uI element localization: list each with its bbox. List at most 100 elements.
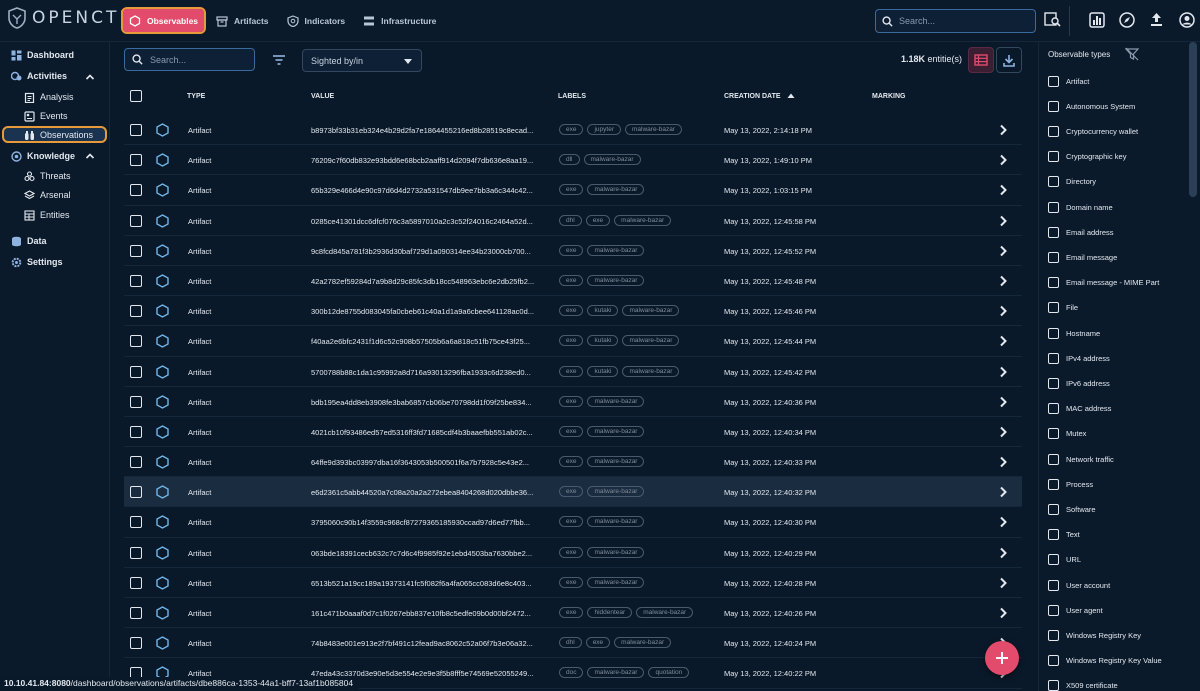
sidebar-item-threats[interactable]: Threats — [24, 167, 71, 185]
row-checkbox[interactable] — [130, 244, 142, 257]
observable-type-option[interactable]: File — [1048, 301, 1078, 315]
observable-type-option[interactable]: MAC address — [1048, 402, 1111, 416]
table-row[interactable]: Artifact 300b12de8755d083045fa0cbeb61c40… — [124, 296, 1022, 327]
table-row[interactable]: Artifact f40aa2e6bfc2431f1d6c52c908b5750… — [124, 326, 1022, 357]
table-row[interactable]: Artifact 74b8483e001e913e2f7bf491c12fead… — [124, 628, 1022, 659]
type-checkbox[interactable] — [1048, 277, 1059, 289]
chevron-up-icon[interactable] — [85, 72, 95, 82]
type-checkbox[interactable] — [1048, 151, 1059, 163]
chevron-right-icon[interactable] — [998, 215, 1008, 227]
column-value[interactable]: VALUE — [311, 93, 334, 100]
observable-type-option[interactable]: IPv4 address — [1048, 351, 1110, 365]
observable-type-option[interactable]: Text — [1048, 528, 1080, 542]
table-row[interactable]: Artifact 0285ce41301dcc6dfcf076c3a589701… — [124, 206, 1022, 236]
type-checkbox[interactable] — [1048, 201, 1059, 213]
table-row[interactable]: Artifact 76209c7f60db832e93bdd6e68bcb2aa… — [124, 145, 1022, 176]
row-checkbox[interactable] — [130, 124, 142, 136]
row-checkbox[interactable] — [130, 576, 142, 589]
sort-ascending-icon[interactable] — [787, 92, 795, 100]
table-row[interactable]: Artifact 64ffe9d393bc03997dba16f3643053b… — [124, 447, 1022, 478]
row-checkbox[interactable] — [130, 335, 142, 348]
sidebar-item-events[interactable]: Events — [24, 107, 68, 125]
type-checkbox[interactable] — [1048, 403, 1059, 415]
filter-select[interactable]: Sighted by/in — [302, 49, 422, 72]
sidebar-item-activities[interactable]: Activities — [11, 67, 67, 85]
row-checkbox[interactable] — [130, 607, 142, 619]
type-checkbox[interactable] — [1048, 554, 1059, 566]
observable-type-option[interactable]: User agent — [1048, 603, 1103, 617]
table-row[interactable]: Artifact e6d2361c5abb44520a7c08a20a2a272… — [124, 477, 1022, 508]
chevron-right-icon[interactable] — [998, 245, 1008, 257]
row-checkbox[interactable] — [130, 184, 142, 197]
table-row[interactable]: Artifact 65b329e466d4e90c97d6d4d2732a531… — [124, 175, 1022, 206]
top-search-input[interactable] — [899, 16, 1019, 26]
table-row[interactable]: Artifact 3795060c90b14f3559c968cf8727936… — [124, 507, 1022, 538]
import-button[interactable] — [1148, 11, 1165, 28]
chevron-right-icon[interactable] — [998, 577, 1008, 589]
row-checkbox[interactable] — [130, 395, 142, 408]
logo[interactable]: OPENCTI — [8, 7, 127, 29]
observable-type-option[interactable]: Domain name — [1048, 200, 1113, 214]
table-row[interactable]: Artifact b8973bf33b31eb324e4b29d2fa7e186… — [124, 115, 1022, 146]
row-checkbox[interactable] — [130, 516, 142, 529]
type-checkbox[interactable] — [1048, 176, 1059, 188]
type-checkbox[interactable] — [1048, 352, 1059, 364]
row-checkbox[interactable] — [130, 305, 142, 318]
table-row[interactable]: Artifact 4021cb10f93486ed57ed5316ff3fd71… — [124, 417, 1022, 448]
tab-indicators[interactable]: Indicators — [281, 9, 352, 32]
observable-type-option[interactable]: Artifact — [1048, 74, 1089, 88]
row-checkbox[interactable] — [130, 637, 142, 650]
list-view-button[interactable] — [968, 47, 994, 73]
filter-off-icon[interactable] — [1125, 47, 1139, 61]
observable-type-option[interactable]: User account — [1048, 578, 1110, 592]
chevron-right-icon[interactable] — [998, 184, 1008, 196]
observable-type-option[interactable]: URL — [1048, 553, 1081, 567]
type-checkbox[interactable] — [1048, 327, 1059, 339]
profile-button[interactable] — [1178, 11, 1195, 28]
row-checkbox[interactable] — [130, 546, 142, 559]
sidebar-item-entities[interactable]: Entities — [24, 206, 70, 224]
observable-type-option[interactable]: Mutex — [1048, 427, 1086, 441]
type-checkbox[interactable] — [1048, 629, 1059, 641]
chevron-right-icon[interactable] — [998, 547, 1008, 559]
observable-type-option[interactable]: X509 certificate — [1048, 679, 1118, 691]
type-checkbox[interactable] — [1048, 75, 1059, 87]
list-search[interactable] — [124, 48, 255, 71]
chevron-right-icon[interactable] — [998, 154, 1008, 166]
chevron-right-icon[interactable] — [998, 366, 1008, 378]
observable-type-option[interactable]: Process — [1048, 477, 1093, 491]
filter-icon[interactable] — [272, 54, 286, 66]
column-creation-date[interactable]: CREATION DATE — [724, 93, 781, 100]
table-row[interactable]: Artifact bdb195ea4dd8eb3908fe3bab6857cb0… — [124, 387, 1022, 417]
add-observable-button[interactable] — [985, 641, 1019, 675]
type-checkbox[interactable] — [1048, 377, 1059, 389]
row-checkbox[interactable] — [130, 486, 142, 499]
tab-observables[interactable]: Observables — [120, 7, 207, 34]
sidebar-item-analysis[interactable]: Analysis — [24, 88, 74, 106]
observable-type-option[interactable]: Email message — [1048, 250, 1117, 264]
list-search-input[interactable] — [150, 54, 250, 65]
table-row[interactable]: Artifact 5700788b88c1da1c95992a8d716a930… — [124, 357, 1022, 387]
tab-infrastructure[interactable]: Infrastructure — [357, 9, 442, 32]
right-panel-scrollbar[interactable] — [1189, 42, 1197, 197]
type-checkbox[interactable] — [1048, 529, 1059, 541]
chevron-right-icon[interactable] — [998, 275, 1008, 287]
row-checkbox[interactable] — [130, 365, 142, 378]
row-checkbox[interactable] — [130, 425, 142, 438]
chevron-right-icon[interactable] — [998, 124, 1008, 136]
bulk-search-button[interactable] — [1044, 11, 1061, 28]
observable-type-option[interactable]: Network traffic — [1048, 452, 1114, 466]
export-button[interactable] — [996, 47, 1022, 73]
chevron-right-icon[interactable] — [998, 486, 1008, 498]
row-checkbox[interactable] — [130, 274, 142, 287]
type-checkbox[interactable] — [1048, 226, 1059, 238]
observable-type-option[interactable]: IPv6 address — [1048, 376, 1110, 390]
observable-type-option[interactable]: Autonomous System — [1048, 99, 1135, 113]
chevron-right-icon[interactable] — [998, 335, 1008, 347]
observable-type-option[interactable]: Hostname — [1048, 326, 1100, 340]
chevron-right-icon[interactable] — [998, 456, 1008, 468]
row-checkbox[interactable] — [130, 154, 142, 167]
type-checkbox[interactable] — [1048, 302, 1059, 314]
observable-type-option[interactable]: Cryptocurrency wallet — [1048, 124, 1138, 138]
tab-artifacts[interactable]: Artifacts — [210, 9, 274, 32]
